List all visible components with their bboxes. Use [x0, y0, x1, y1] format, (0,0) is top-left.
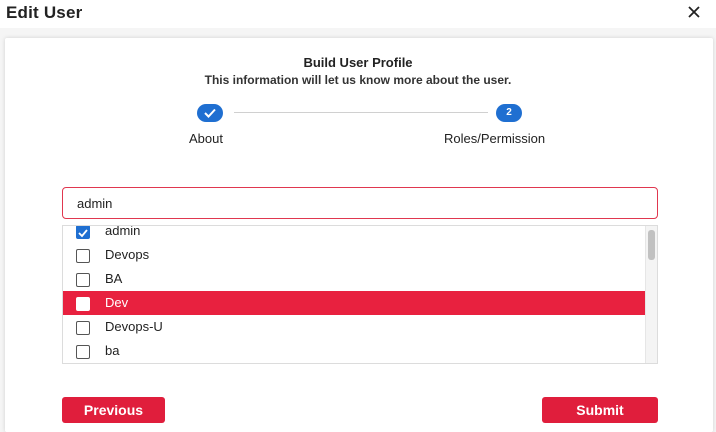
dialog-titlebar: Edit User [0, 0, 716, 28]
role-option-label: ba [105, 343, 120, 358]
role-option-label: BA [105, 271, 123, 286]
role-option-label: Dev [105, 295, 129, 310]
roles-listbox[interactable]: admin Devops BA Dev Devops-U ba [62, 225, 658, 364]
check-icon [204, 108, 216, 118]
role-option-label: Devops-U [105, 319, 163, 334]
role-option-label: Devops [105, 247, 150, 262]
previous-button[interactable]: Previous [62, 397, 165, 423]
role-option-admin[interactable]: admin [63, 225, 646, 243]
list-scrollbar[interactable] [645, 226, 657, 363]
role-option-label: admin [105, 225, 141, 238]
form-subheading: This information will let us know more a… [204, 73, 512, 87]
scrollbar-thumb[interactable] [648, 230, 655, 260]
checkbox-icon[interactable] [76, 249, 90, 263]
close-icon [688, 6, 700, 18]
role-search-field[interactable] [62, 187, 658, 219]
role-option-ba-upper[interactable]: BA [63, 267, 646, 291]
role-option-devops[interactable]: Devops [63, 243, 646, 267]
dialog-title: Edit User [6, 3, 83, 22]
step-about-label: About [189, 131, 223, 146]
checkbox-checked-icon[interactable] [76, 226, 90, 239]
role-option-devops-u[interactable]: Devops-U [63, 315, 646, 339]
checkbox-icon[interactable] [76, 273, 90, 287]
step-about-indicator[interactable] [197, 104, 223, 122]
submit-button[interactable]: Submit [542, 397, 658, 423]
close-button[interactable] [684, 2, 704, 22]
checkbox-icon[interactable] [76, 321, 90, 335]
step-roles-indicator[interactable]: 2 [496, 104, 522, 122]
form-heading: Build User Profile [303, 55, 413, 70]
role-option-dev[interactable]: Dev [63, 291, 646, 315]
step-roles-label: Roles/Permission [444, 131, 546, 146]
checkbox-icon[interactable] [76, 297, 90, 311]
role-search-input[interactable] [63, 188, 657, 218]
checkbox-icon[interactable] [76, 345, 90, 359]
role-option-ba-lower[interactable]: ba [63, 339, 646, 363]
stepper-connector [234, 112, 488, 113]
